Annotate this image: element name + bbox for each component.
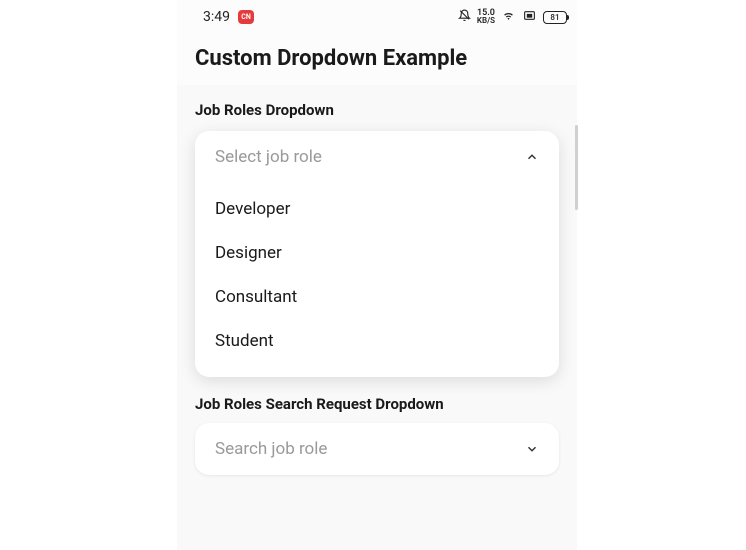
dropdown1-option-consultant[interactable]: Consultant: [195, 275, 559, 319]
dropdown2-label: Job Roles Search Request Dropdown: [195, 395, 559, 413]
chevron-up-icon: [525, 150, 539, 164]
content-area: Job Roles Dropdown Select job role Devel…: [177, 85, 577, 491]
scrollbar[interactable]: [575, 125, 578, 210]
status-bar-left: 3:49 CN: [203, 9, 254, 25]
dropdown1-placeholder: Select job role: [215, 147, 322, 167]
dropdown1-option-developer[interactable]: Developer: [195, 187, 559, 231]
page-title: Custom Dropdown Example: [195, 46, 559, 71]
screen-cast-icon: [522, 9, 537, 26]
job-roles-search-dropdown[interactable]: Search job role: [195, 423, 559, 475]
dropdown1-header[interactable]: Select job role: [195, 131, 559, 183]
dropdown1-label: Job Roles Dropdown: [195, 101, 559, 119]
status-bar: 3:49 CN 15.0 KB/S: [177, 0, 577, 34]
job-roles-dropdown[interactable]: Select job role Developer Designer Consu…: [195, 131, 559, 377]
dropdown1-option-designer[interactable]: Designer: [195, 231, 559, 275]
chevron-down-icon: [525, 442, 539, 456]
bell-off-icon: [458, 9, 471, 26]
dropdown1-option-student[interactable]: Student: [195, 319, 559, 363]
status-bar-right: 15.0 KB/S 81: [458, 9, 567, 26]
battery-icon: 81: [543, 11, 567, 24]
network-speed: 15.0 KB/S: [477, 10, 495, 24]
page-header: Custom Dropdown Example: [177, 34, 577, 85]
status-time: 3:49: [203, 9, 230, 25]
status-app-badge: CN: [238, 10, 254, 24]
wifi-icon: [501, 9, 516, 26]
phone-frame: 3:49 CN 15.0 KB/S: [177, 0, 577, 550]
dropdown2-placeholder: Search job role: [215, 439, 327, 459]
dropdown1-list: Developer Designer Consultant Student: [195, 183, 559, 377]
dropdown2-header[interactable]: Search job role: [195, 423, 559, 475]
